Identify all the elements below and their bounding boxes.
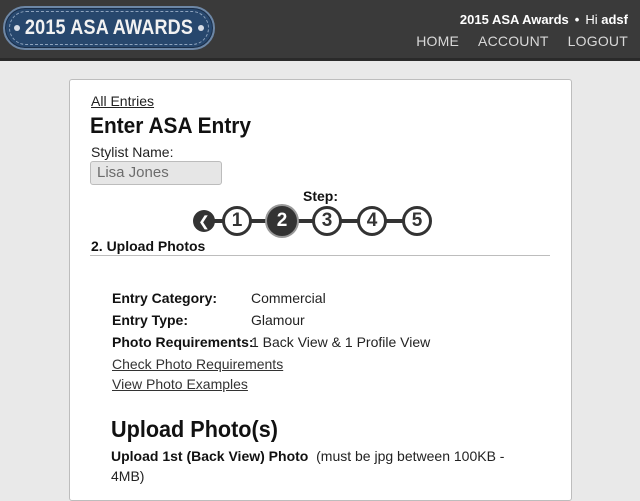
username: adsf: [601, 12, 628, 27]
greeting: Hi: [585, 12, 598, 27]
step-3[interactable]: 3: [312, 206, 342, 236]
photo-requirements-label: Photo Requirements:: [112, 334, 254, 350]
upload-photo-title: Upload 1st (Back View) Photo: [111, 448, 309, 464]
stylist-name-label: Stylist Name:: [91, 144, 174, 160]
all-entries-link[interactable]: All Entries: [91, 93, 154, 109]
top-bar: 2015 ASA AWARDS 2015 ASA Awards • Hi adsf …: [0, 0, 640, 61]
step-4[interactable]: 4: [357, 206, 387, 236]
step-progress: ❮ 1 2 3 4 5: [192, 206, 442, 236]
step-label: Step:: [303, 188, 338, 204]
stylist-name-input[interactable]: Lisa Jones: [90, 161, 222, 185]
upload-photo-label: Upload 1st (Back View) Photo (must be jp…: [111, 446, 521, 486]
header-nav: HOME ACCOUNT LOGOUT: [397, 33, 628, 49]
photo-requirements-value: 1 Back View & 1 Profile View: [251, 334, 431, 350]
nav-account-link[interactable]: ACCOUNT: [478, 33, 549, 49]
upload-photos-heading: Upload Photo(s): [111, 416, 278, 442]
step-5[interactable]: 5: [402, 206, 432, 236]
back-step-button[interactable]: ❮: [193, 210, 215, 232]
site-logo[interactable]: 2015 ASA AWARDS: [3, 6, 215, 50]
view-photo-examples-link[interactable]: View Photo Examples: [112, 376, 248, 392]
step-1[interactable]: 1: [222, 206, 252, 236]
entry-category-value: Commercial: [251, 290, 326, 306]
entry-type-label: Entry Type:: [112, 312, 188, 328]
entry-card: All Entries Enter ASA Entry Stylist Name…: [69, 79, 572, 501]
separator: •: [574, 12, 580, 27]
site-name: 2015 ASA Awards: [459, 12, 569, 27]
nav-home-link[interactable]: HOME: [416, 33, 459, 49]
page-title: Enter ASA Entry: [90, 113, 252, 138]
entry-category-label: Entry Category:: [112, 290, 218, 306]
section-title: 2. Upload Photos: [91, 238, 206, 254]
logo-dot-right: [198, 25, 204, 31]
nav-logout-link[interactable]: LOGOUT: [568, 33, 628, 49]
logo-text: 2015 ASA AWARDS: [24, 16, 194, 39]
section-divider: [90, 255, 550, 256]
left-arrow-icon: ❮: [198, 213, 210, 229]
user-greeting: 2015 ASA Awards • Hi adsf: [460, 12, 628, 27]
step-2-current[interactable]: 2: [267, 206, 297, 236]
entry-type-value: Glamour: [251, 312, 305, 328]
check-photo-requirements-link[interactable]: Check Photo Requirements: [112, 356, 283, 372]
